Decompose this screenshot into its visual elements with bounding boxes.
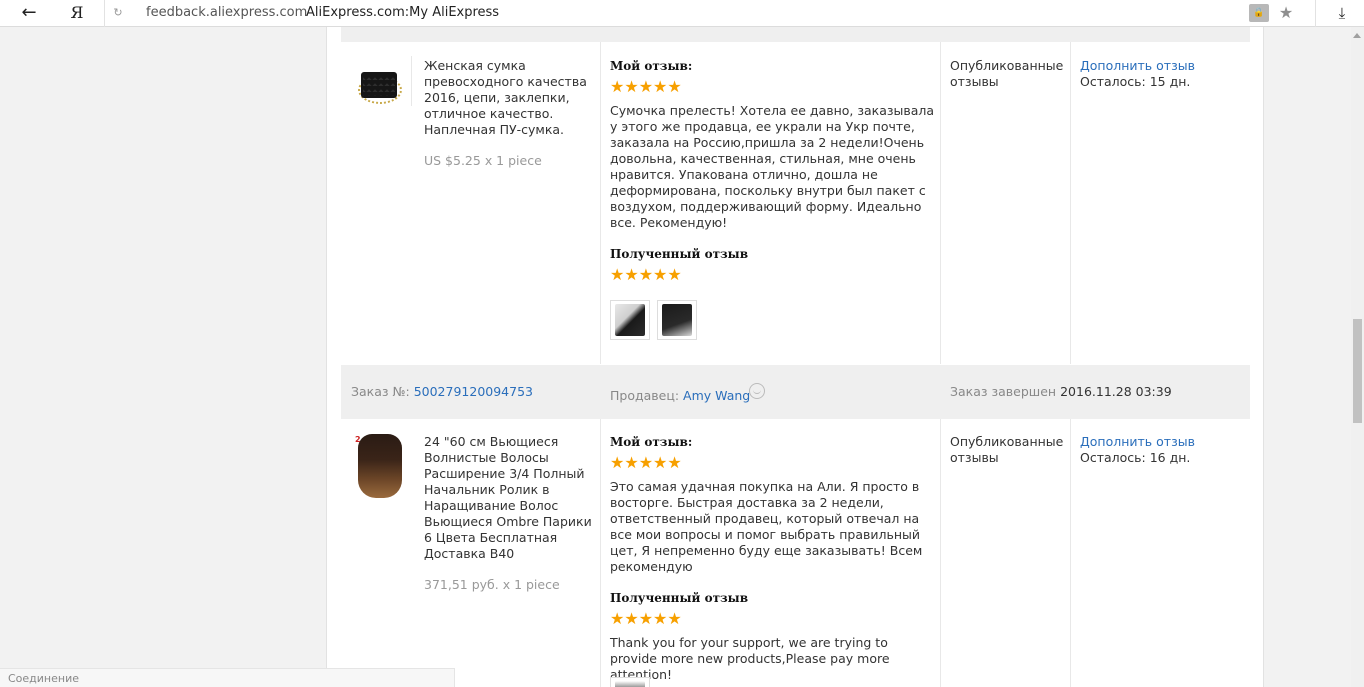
product-price: 371,51 руб. x 1 piece xyxy=(424,577,560,592)
page-title[interactable]: AliExpress.com:My AliExpress xyxy=(306,4,499,22)
scrollbar-thumb[interactable] xyxy=(1353,319,1362,423)
column-divider xyxy=(940,419,941,687)
back-arrow-icon[interactable]: ← xyxy=(14,2,44,24)
browser-toolbar: ← Я ↻ feedback.aliexpress.com AliExpress… xyxy=(0,0,1364,27)
order-header-bar: Заказ №: 500279120094753 Продавец: Amy W… xyxy=(341,365,1250,419)
toolbar-divider xyxy=(104,0,105,27)
order-item-row: Женская сумка превосходного качества 201… xyxy=(341,42,1250,364)
thumb-divider xyxy=(411,56,412,106)
column-divider xyxy=(1070,42,1071,364)
my-rating-stars: ★★★★★ xyxy=(610,77,682,96)
received-rating-stars: ★★★★★ xyxy=(610,609,682,628)
product-badge: 2 xyxy=(355,435,361,444)
received-review-label: Полученный отзыв xyxy=(610,247,749,261)
feedback-page: Женская сумка превосходного качества 201… xyxy=(326,27,1264,687)
review-photo-thumbnail[interactable] xyxy=(610,300,650,340)
review-photo-thumbnail[interactable] xyxy=(657,300,697,340)
review-status: Опубликованные отзывы xyxy=(950,58,1064,89)
add-review-link[interactable]: Дополнить отзыв xyxy=(1080,434,1195,450)
add-review-link[interactable]: Дополнить отзыв xyxy=(1080,58,1195,74)
product-price: US $5.25 x 1 piece xyxy=(424,153,542,168)
column-divider xyxy=(1070,419,1071,687)
product-title[interactable]: 24 "60 см Вьющиеся Волнистые Волосы Расш… xyxy=(424,434,596,562)
chat-smiley-icon[interactable] xyxy=(749,383,765,399)
review-photo-thumbnail[interactable] xyxy=(610,677,650,687)
product-title[interactable]: Женская сумка превосходного качества 201… xyxy=(424,58,594,138)
order-completed: Заказ завершен 2016.11.28 03:39 xyxy=(950,384,1172,399)
received-review-text: Thank you for your support, we are tryin… xyxy=(610,635,890,682)
my-review-text: Это самая удачная покупка на Али. Я прос… xyxy=(610,479,923,574)
product-image[interactable] xyxy=(355,62,405,126)
lock-icon[interactable]: 🔒 xyxy=(1249,4,1269,22)
my-review-label: Мой отзыв: xyxy=(610,59,693,73)
column-divider xyxy=(600,419,601,687)
order-number: Заказ №: 500279120094753 xyxy=(351,384,533,399)
review-status: Опубликованные отзывы xyxy=(950,434,1064,465)
my-rating-stars: ★★★★★ xyxy=(610,453,682,472)
order-item-row: 2 24 "60 см Вьющиеся Волнистые Волосы Ра… xyxy=(341,419,1250,687)
reload-icon[interactable]: ↻ xyxy=(110,4,126,22)
order-number-link[interactable]: 500279120094753 xyxy=(414,384,533,399)
scroll-up-arrow-icon[interactable] xyxy=(1353,33,1361,38)
my-review-text: Сумочка прелесть! Хотела ее давно, заказ… xyxy=(610,103,935,230)
days-remaining: Осталось: 15 дн. xyxy=(1080,74,1191,89)
column-divider xyxy=(940,42,941,364)
previous-order-bar xyxy=(341,27,1250,42)
browser-status-bar: Соединение xyxy=(0,668,455,687)
my-review-label: Мой отзыв: xyxy=(610,435,693,449)
vertical-scrollbar[interactable] xyxy=(1351,27,1364,687)
toolbar-divider xyxy=(1315,0,1316,27)
seller-info: Продавец: Amy Wang xyxy=(610,388,751,403)
seller-link[interactable]: Amy Wang xyxy=(683,388,750,403)
column-divider xyxy=(600,42,601,364)
yandex-logo-icon[interactable]: Я xyxy=(66,2,88,24)
download-icon[interactable]: ⤓ xyxy=(1331,2,1353,24)
bookmark-star-icon[interactable]: ★ xyxy=(1276,2,1296,24)
address-bar-url[interactable]: feedback.aliexpress.com xyxy=(146,4,307,22)
received-review-label: Полученный отзыв xyxy=(610,591,749,605)
received-rating-stars: ★★★★★ xyxy=(610,265,682,284)
days-remaining: Осталось: 16 дн. xyxy=(1080,450,1191,465)
